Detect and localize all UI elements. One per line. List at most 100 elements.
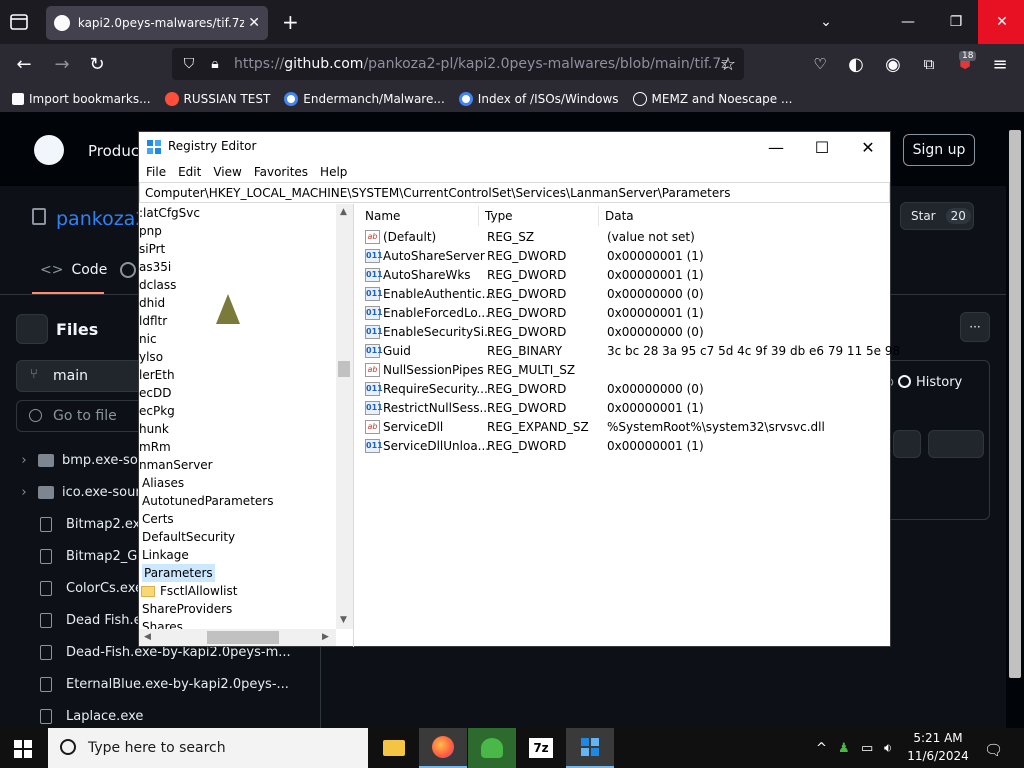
registry-tree-key[interactable]: ecPkg bbox=[139, 402, 175, 420]
browser-tab[interactable]: kapi2.0peys-malwares/tif.7z at ✕ bbox=[46, 6, 268, 40]
registry-tree-key[interactable]: ShareProviders bbox=[142, 600, 232, 618]
tree-vertical-scrollbar[interactable]: ▲ ▼ bbox=[336, 204, 353, 629]
clock-time[interactable]: 5:21 AM bbox=[906, 731, 970, 745]
registry-value-row[interactable]: 011 RestrictNullSess... REG_DWORD 0x0000000… bbox=[359, 399, 889, 418]
registry-tree-key[interactable]: pnp bbox=[139, 222, 162, 240]
regedit-minimize-icon[interactable]: — bbox=[753, 132, 799, 162]
new-tab-icon[interactable]: + bbox=[282, 10, 299, 34]
tree-vscroll-thumb[interactable] bbox=[338, 361, 350, 377]
registry-value-row[interactable]: 011 EnableAuthentic... REG_DWORD 0x00000000… bbox=[359, 285, 889, 304]
bookmark-russian-test[interactable]: RUSSIAN TEST bbox=[164, 92, 270, 106]
file-tree-item[interactable]: EternalBlue.exe-by-kapi2.0peys-... bbox=[0, 668, 320, 700]
registry-tree-key[interactable]: dclass bbox=[139, 276, 176, 294]
registry-tree-key[interactable]: mRm bbox=[139, 438, 171, 456]
registry-tree-key[interactable]: dhid bbox=[139, 294, 165, 312]
column-header-name[interactable]: Name bbox=[359, 206, 479, 226]
back-icon[interactable]: ← bbox=[12, 52, 36, 76]
registry-value-row[interactable]: 011 RequireSecurity... REG_DWORD 0x00000000… bbox=[359, 380, 889, 399]
regedit-icon[interactable] bbox=[566, 728, 614, 768]
registry-value-row[interactable]: 011 ServiceDllUnloa... REG_DWORD 0x00000001… bbox=[359, 437, 889, 456]
registry-value-row[interactable]: ab NullSessionPipes REG_MULTI_SZ bbox=[359, 361, 889, 380]
more-options-button[interactable]: ··· bbox=[960, 312, 990, 342]
registry-value-row[interactable]: ab (Default) REG_SZ (value not set) bbox=[359, 228, 889, 247]
chevron-right-icon[interactable]: › bbox=[14, 485, 34, 500]
clock-date[interactable]: 11/6/2024 bbox=[906, 749, 970, 763]
windows-start-icon[interactable] bbox=[14, 740, 32, 758]
registry-value-row[interactable]: ab ServiceDll REG_EXPAND_SZ %SystemRoot%\sy… bbox=[359, 418, 889, 437]
scroll-left-arrow-icon[interactable]: ◀ bbox=[144, 632, 151, 642]
registry-tree-key[interactable]: as35i bbox=[139, 258, 171, 276]
scroll-right-arrow-icon[interactable]: ▶ bbox=[322, 632, 329, 642]
vpn-extension-icon[interactable]: ◐ bbox=[844, 52, 868, 76]
edit-dropdown-button[interactable] bbox=[928, 430, 984, 458]
registry-tree-key[interactable]: Parameters bbox=[142, 564, 215, 582]
tab-list-icon[interactable] bbox=[8, 11, 30, 33]
registry-value-row[interactable]: 011 EnableSecuritySi... REG_DWORD 0x0000000… bbox=[359, 323, 889, 342]
registry-value-row[interactable]: 011 EnableForcedLo... REG_DWORD 0x00000001 … bbox=[359, 304, 889, 323]
tree-horizontal-scrollbar[interactable]: ◀ ▶ bbox=[139, 629, 336, 646]
7zip-icon[interactable]: 7z bbox=[517, 728, 565, 768]
github-logo-icon[interactable] bbox=[34, 135, 64, 165]
scroll-up-arrow-icon[interactable]: ▲ bbox=[340, 207, 347, 217]
tray-overflow-chevron-icon[interactable]: ^ bbox=[816, 741, 827, 756]
issues-icon[interactable] bbox=[120, 262, 136, 278]
star-button[interactable]: Star 20 bbox=[900, 202, 974, 230]
scroll-down-arrow-icon[interactable]: ▼ bbox=[340, 615, 347, 625]
tracking-shield-icon[interactable]: ⛉ bbox=[177, 52, 201, 76]
registry-tree-key[interactable]: hunk bbox=[139, 420, 169, 438]
menu-favorites[interactable]: Favorites bbox=[254, 165, 308, 179]
regedit-close-icon[interactable]: ✕ bbox=[845, 132, 891, 162]
history-button[interactable]: History bbox=[916, 375, 962, 390]
registry-address-bar[interactable]: Computer\HKEY_LOCAL_MACHINE\SYSTEM\Curre… bbox=[139, 182, 890, 203]
collapse-sidebar-icon[interactable] bbox=[16, 314, 48, 344]
forward-icon[interactable]: → bbox=[50, 52, 74, 76]
registry-value-row[interactable]: 011 AutoShareServer REG_DWORD 0x00000001 (1… bbox=[359, 247, 889, 266]
bookmark-endermanch[interactable]: Endermanch/Malware... bbox=[284, 92, 445, 106]
registry-value-row[interactable]: 011 Guid REG_BINARY 3c bc 28 3a 95 c7 5d 4c… bbox=[359, 342, 900, 361]
tab-overflow-chevron-icon[interactable]: ⌄ bbox=[802, 0, 850, 44]
registry-tree-key[interactable]: DefaultSecurity bbox=[142, 528, 235, 546]
url-text[interactable]: https://github.com/pankoza2-pl/kapi2.0pe… bbox=[234, 56, 729, 72]
firefox-icon[interactable] bbox=[419, 728, 467, 768]
pocket-icon[interactable]: ♡ bbox=[808, 52, 832, 76]
tree-hscroll-thumb[interactable] bbox=[207, 631, 279, 644]
tab-code[interactable]: <> Code bbox=[40, 262, 107, 278]
notifications-icon[interactable]: 🗨︎ bbox=[984, 741, 1003, 759]
minimize-icon[interactable]: — bbox=[884, 0, 932, 44]
column-header-type[interactable]: Type bbox=[479, 206, 599, 226]
bookmark-isos[interactable]: Index of /ISOs/Windows bbox=[458, 92, 619, 106]
registry-tree-key[interactable]: ylso bbox=[139, 348, 163, 366]
registry-tree-key[interactable]: nic bbox=[139, 330, 157, 348]
registry-tree-key[interactable]: ldfltr bbox=[139, 312, 167, 330]
column-header-data[interactable]: Data bbox=[599, 206, 889, 226]
repo-owner-link[interactable]: pankoza2 bbox=[56, 208, 147, 230]
menu-file[interactable]: File bbox=[146, 165, 166, 179]
bookmark-star-icon[interactable]: ☆ bbox=[716, 52, 740, 76]
menu-hamburger-icon[interactable]: ≡ bbox=[988, 52, 1012, 76]
registry-tree-key[interactable]: nmanServer bbox=[139, 456, 213, 474]
chevron-right-icon[interactable]: › bbox=[14, 453, 34, 468]
page-scrollbar-thumb[interactable] bbox=[1009, 130, 1021, 678]
account-icon[interactable]: ◉ bbox=[881, 52, 905, 76]
registry-tree-key[interactable]: lerEth bbox=[139, 366, 175, 384]
registry-tree-key[interactable]: FsctlAllowlist bbox=[141, 582, 237, 600]
restore-icon[interactable]: ❐ bbox=[932, 0, 980, 44]
registry-tree-key[interactable]: AutotunedParameters bbox=[142, 492, 273, 510]
close-tab-icon[interactable]: ✕ bbox=[248, 15, 260, 31]
bookmark-memz[interactable]: MEMZ and Noescape ... bbox=[632, 92, 792, 106]
registry-tree-key[interactable]: Linkage bbox=[142, 546, 189, 564]
registry-tree-key[interactable]: siPrt bbox=[139, 240, 165, 258]
product-menu[interactable]: Produc bbox=[88, 142, 139, 160]
registry-tree-key[interactable]: :latCfgSvc bbox=[139, 204, 200, 222]
regedit-maximize-icon[interactable]: ☐ bbox=[799, 132, 845, 162]
close-window-icon[interactable]: ✕ bbox=[978, 0, 1024, 44]
network-icon[interactable]: ▭ bbox=[861, 741, 873, 756]
registry-tree-key[interactable]: Aliases bbox=[142, 474, 184, 492]
sign-up-button[interactable]: Sign up bbox=[903, 134, 975, 166]
file-explorer-icon[interactable] bbox=[370, 728, 418, 768]
people-app-icon[interactable] bbox=[468, 728, 516, 768]
registry-tree-key[interactable]: Certs bbox=[142, 510, 174, 528]
registry-tree-key[interactable]: ecDD bbox=[139, 384, 171, 402]
lock-icon[interactable]: 🔒︎ bbox=[203, 52, 227, 76]
page-scrollbar[interactable] bbox=[1006, 112, 1024, 728]
